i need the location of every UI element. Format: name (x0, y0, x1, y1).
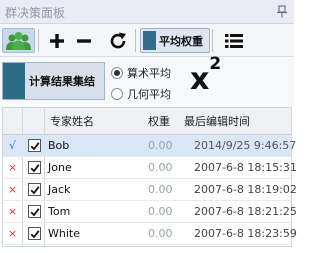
aggregate-results-label: 计算结果集结 (29, 75, 95, 88)
row-checkbox[interactable] (28, 183, 41, 196)
row-checkbox[interactable] (28, 205, 41, 218)
arithmetic-mean-label: 算术平均 (127, 67, 171, 80)
list-view-button[interactable] (219, 28, 249, 53)
last-edit-time-cell: 2007-6-8 18:21:25 (194, 205, 297, 218)
expert-name-cell: White (48, 227, 80, 240)
weight-swatch-icon (143, 31, 156, 50)
list-icon (225, 33, 243, 48)
geometric-mean-label: 几何平均 (127, 88, 171, 101)
cross-mark-icon: × (7, 227, 18, 240)
weight-cell: 0.00 (148, 205, 173, 218)
select-column-header (22, 108, 44, 135)
last-edit-time-cell: 2014/9/25 9:46:57 (194, 139, 297, 152)
remove-expert-button[interactable] (72, 28, 96, 53)
geometric-mean-option[interactable]: 几何平均 (111, 86, 171, 102)
expert-table: 专家姓名 权重 最后编辑时间 √ Bob 0.00 2014/9/25 9:46:57… (2, 107, 297, 247)
check-mark-icon: √ (8, 139, 16, 152)
toolbar: 平均权重 (0, 24, 294, 57)
weight-header[interactable]: 权重 (148, 108, 170, 135)
add-expert-button[interactable] (46, 28, 68, 53)
radio-selected-dot (114, 70, 120, 76)
checkmark-icon (30, 185, 40, 194)
toolbar-separator (135, 29, 136, 52)
weight-cell: 0.00 (148, 183, 173, 196)
cross-mark-icon: × (7, 205, 18, 218)
users-icon (6, 31, 31, 50)
checkmark-icon (30, 141, 40, 150)
arithmetic-mean-radio[interactable] (111, 67, 123, 79)
plus-icon (50, 33, 64, 48)
expert-name-cell: Tom (48, 205, 71, 218)
aggregate-swatch-icon (3, 63, 25, 99)
row-checkbox[interactable] (28, 139, 41, 152)
table-row[interactable]: × White 0.00 2007-6-8 18:23:59 (3, 223, 297, 245)
weight-cell: 0.00 (148, 161, 173, 174)
table-row[interactable]: × Jack 0.00 2007-6-8 18:19:02 (3, 179, 297, 201)
checkmark-icon (30, 163, 40, 172)
checkmark-icon (30, 229, 40, 238)
average-weight-button[interactable]: 平均权重 (140, 28, 210, 53)
expert-name-header[interactable]: 专家姓名 (50, 108, 94, 135)
table-header: 专家姓名 权重 最后编辑时间 (3, 108, 291, 135)
refresh-icon (110, 32, 126, 48)
expert-name-cell: Bob (48, 139, 70, 152)
cross-mark-icon: × (7, 183, 18, 196)
pin-icon[interactable] (276, 5, 288, 18)
weight-cell: 0.00 (148, 139, 173, 152)
cross-mark-icon: × (7, 161, 18, 174)
last-edit-time-header[interactable]: 最后编辑时间 (184, 108, 250, 135)
expert-group-button[interactable] (2, 28, 35, 53)
chi-square-exponent: 2 (209, 54, 222, 74)
expert-name-cell: Jone (48, 161, 72, 174)
row-checkbox[interactable] (28, 227, 41, 240)
average-weight-label: 平均权重 (159, 34, 203, 48)
table-row[interactable]: × Jone 0.00 2007-6-8 18:15:31 (3, 157, 297, 179)
chi-square-base: x (190, 62, 210, 97)
table-row[interactable]: × Tom 0.00 2007-6-8 18:21:25 (3, 201, 297, 223)
calculation-bar: 计算结果集结 算术平均 几何平均 x2 (0, 54, 294, 105)
aggregate-results-button[interactable]: 计算结果集结 (2, 62, 105, 100)
arithmetic-mean-option[interactable]: 算术平均 (111, 65, 171, 81)
expert-name-cell: Jack (48, 183, 71, 196)
title-bar: 群决策面板 (0, 0, 294, 24)
chi-square-button[interactable]: x2 (190, 54, 221, 100)
refresh-button[interactable] (104, 28, 132, 53)
last-edit-time-cell: 2007-6-8 18:19:02 (194, 183, 297, 196)
last-edit-time-cell: 2007-6-8 18:15:31 (194, 161, 297, 174)
last-edit-time-cell: 2007-6-8 18:23:59 (194, 227, 297, 240)
window-title: 群决策面板 (5, 6, 66, 20)
toolbar-separator (212, 29, 213, 52)
toolbar-separator (38, 29, 39, 52)
weight-cell: 0.00 (148, 227, 173, 240)
status-column-header (3, 108, 22, 135)
checkmark-icon (30, 207, 40, 216)
row-checkbox[interactable] (28, 161, 41, 174)
table-row[interactable]: √ Bob 0.00 2014/9/25 9:46:57 (3, 135, 296, 157)
minus-icon (77, 38, 91, 43)
geometric-mean-radio[interactable] (111, 88, 123, 100)
